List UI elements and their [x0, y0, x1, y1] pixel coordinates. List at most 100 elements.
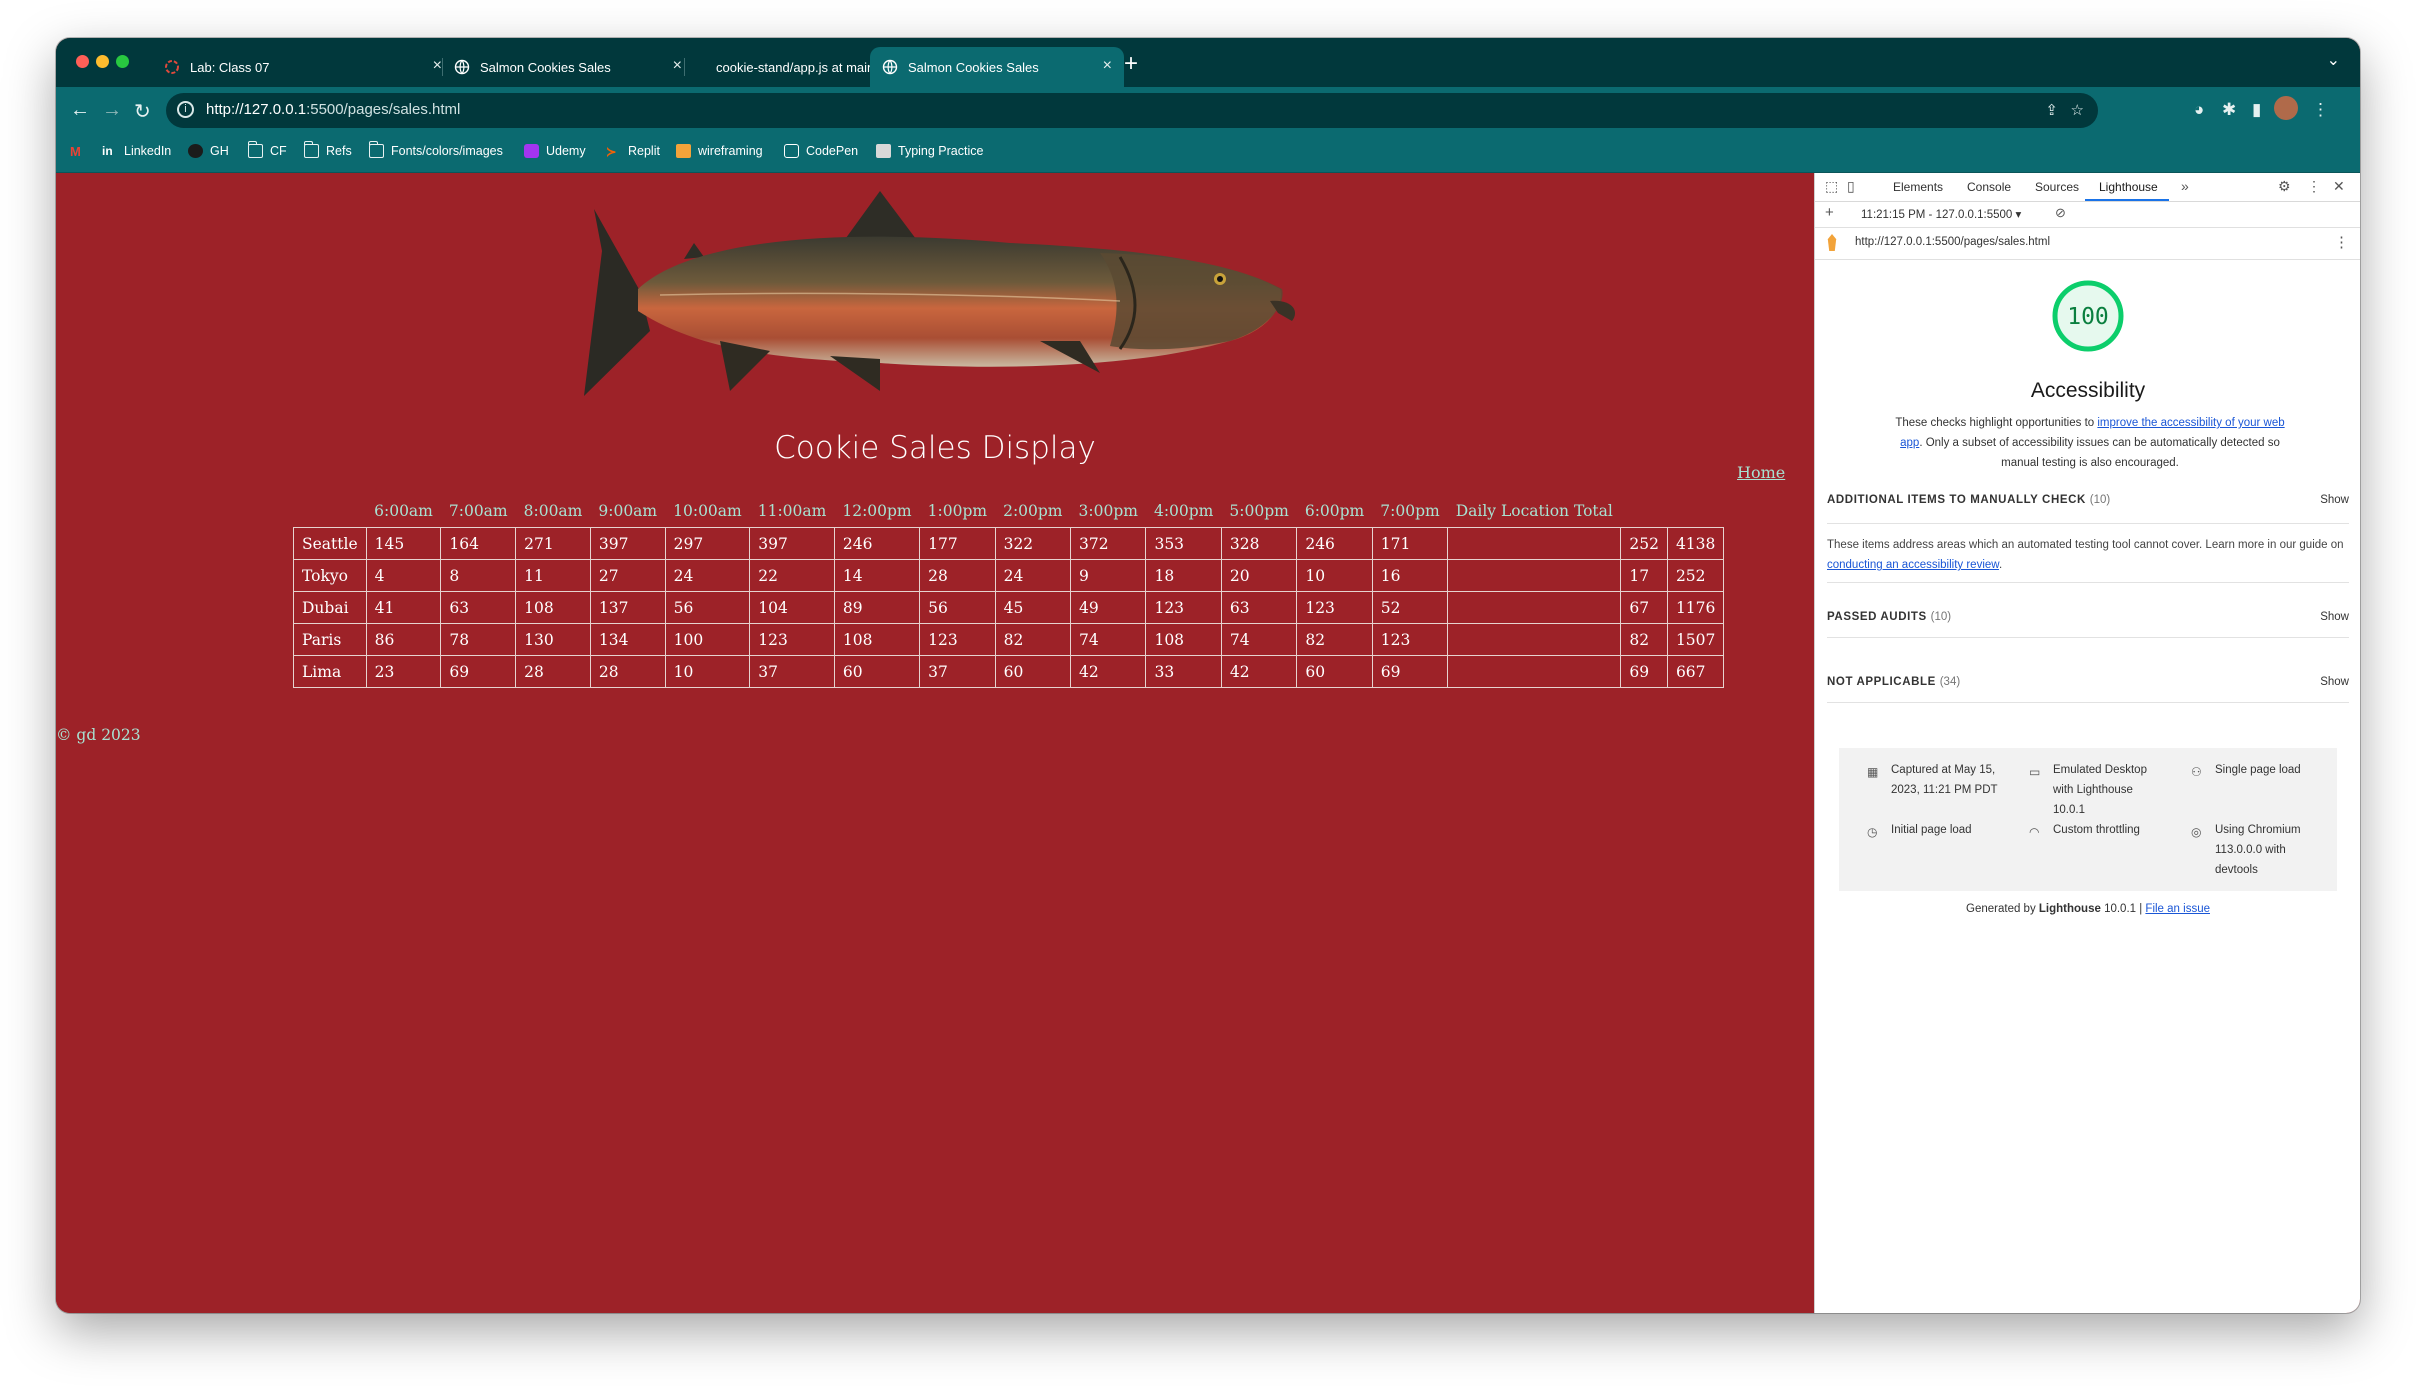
more-tabs-icon[interactable]: »: [2181, 178, 2189, 194]
browser-window: Lab: Class 07 × Salmon Cookies Sales × c…: [56, 38, 2360, 1313]
section-manual-check[interactable]: ADDITIONAL ITEMS TO MANUALLY CHECK (10) …: [1827, 480, 2349, 520]
sales-cell: 9: [1070, 559, 1147, 592]
show-button[interactable]: Show: [2320, 611, 2349, 623]
menu-kebab-icon[interactable]: ⋮: [2307, 178, 2321, 195]
sales-cell: 1507: [1666, 623, 1725, 656]
sidebar-icon[interactable]: ▮: [2252, 100, 2261, 120]
sales-cell: 28: [515, 655, 591, 688]
sales-cell: 22: [749, 559, 835, 592]
bookmark-udemy[interactable]: Udemy: [524, 144, 586, 158]
loading-spinner-icon: [165, 60, 179, 74]
section-title: PASSED AUDITS (10): [1827, 611, 1952, 623]
tab-title: Salmon Cookies Sales: [908, 59, 1039, 75]
bookmark-linkedin[interactable]: in LinkedIn: [102, 144, 171, 158]
show-button[interactable]: Show: [2320, 676, 2349, 688]
minimize-window-button[interactable]: [96, 55, 109, 68]
footer-copyright: © gd 2023: [56, 726, 141, 744]
clear-reports-icon[interactable]: ⊘: [2055, 205, 2066, 221]
forward-button[interactable]: →: [102, 99, 122, 122]
bookmark-folder-fonts[interactable]: Fonts/colors/images: [369, 141, 503, 158]
using-chromium: Using Chromium 113.0.0.0 with devtools: [2215, 824, 2301, 876]
bookmark-wireframing[interactable]: wireframing: [676, 144, 763, 158]
section-passed-audits[interactable]: PASSED AUDITS (10) Show: [1827, 597, 2349, 638]
sales-cell: 33: [1145, 655, 1222, 688]
chevron-down-icon[interactable]: ⌄: [2327, 50, 2340, 70]
tab-lab-class-07[interactable]: Lab: Class 07 ×: [152, 47, 454, 87]
column-header: 4:00pm: [1153, 501, 1214, 520]
column-header: 12:00pm: [842, 501, 912, 520]
sales-cell: 82: [1620, 623, 1668, 656]
tab-salmon-cookies-active[interactable]: Salmon Cookies Sales ×: [870, 47, 1124, 87]
tab-salmon-cookies-1[interactable]: Salmon Cookies Sales ×: [444, 47, 694, 87]
bookmark-label: Refs: [326, 144, 352, 158]
bookmark-gh[interactable]: GH: [188, 144, 229, 158]
devtools-tab-sources[interactable]: Sources: [2035, 180, 2079, 194]
bookmark-typing-practice[interactable]: Typing Practice: [876, 144, 983, 158]
close-icon[interactable]: ✕: [2333, 178, 2345, 195]
devtools-tab-lighthouse[interactable]: Lighthouse: [2099, 180, 2158, 194]
section-title: NOT APPLICABLE (34): [1827, 676, 1961, 688]
close-tab-icon[interactable]: ×: [1103, 57, 1112, 75]
sales-cell: 246: [1296, 527, 1373, 560]
sales-cell: 10: [664, 655, 751, 688]
close-tab-icon[interactable]: ×: [673, 57, 682, 75]
site-info-icon[interactable]: i: [177, 101, 194, 118]
tab-separator: [442, 58, 443, 76]
extension-icon[interactable]: ◕: [2194, 100, 2204, 120]
sales-cell: 134: [589, 623, 666, 656]
sales-cell: 56: [919, 591, 996, 624]
linkedin-icon: in: [102, 144, 113, 158]
devtools-tab-elements[interactable]: Elements: [1893, 180, 1943, 194]
puzzle-icon[interactable]: ✱: [2222, 100, 2236, 120]
close-window-button[interactable]: [76, 55, 89, 68]
home-link[interactable]: Home: [1737, 463, 1785, 482]
sales-cell: [1447, 591, 1622, 624]
bookmark-codepen[interactable]: CodePen: [784, 144, 858, 158]
maximize-window-button[interactable]: [116, 55, 129, 68]
github-icon: [690, 59, 706, 75]
new-report-icon[interactable]: +: [1825, 204, 1834, 221]
gear-icon[interactable]: ⚙: [2278, 178, 2291, 195]
show-button[interactable]: Show: [2320, 494, 2349, 506]
sales-cell: 14: [833, 559, 921, 592]
sales-cell: 42: [1070, 655, 1147, 688]
accessibility-review-link[interactable]: conducting an accessibility review: [1827, 559, 1999, 571]
url-text[interactable]: http://127.0.0.1:5500/pages/sales.html: [206, 101, 460, 118]
devtools-tab-console[interactable]: Console: [1967, 180, 2011, 194]
sales-cell: 297: [664, 527, 751, 560]
menu-kebab-icon[interactable]: ⋮: [2312, 100, 2329, 120]
menu-kebab-icon[interactable]: ⋮: [2334, 233, 2349, 251]
inspect-element-icon[interactable]: ⬚: [1825, 178, 1838, 195]
bookmark-folder-refs[interactable]: Refs: [304, 141, 352, 158]
bookmark-star-icon[interactable]: ☆: [2071, 101, 2084, 119]
column-header: 7:00am: [448, 501, 508, 520]
sales-cell: 86: [365, 623, 442, 656]
column-header: [1621, 494, 1668, 528]
section-not-applicable[interactable]: NOT APPLICABLE (34) Show: [1827, 662, 2349, 703]
table-row: Dubai 41 63 108 137 56 104 89 56 45 49 123 63 123 52 67…: [293, 591, 1725, 624]
generated-by: Generated by Lighthouse 10.0.1 | File an…: [1966, 903, 2210, 915]
sales-cell: 353: [1145, 527, 1222, 560]
wireframing-icon: [676, 144, 691, 158]
sales-cell: 24: [994, 559, 1072, 592]
back-button[interactable]: ←: [70, 99, 90, 122]
avatar[interactable]: [2274, 96, 2298, 120]
report-selector[interactable]: 11:21:15 PM - 127.0.0.1:5500 ▾: [1861, 207, 2021, 221]
bookmark-gmail[interactable]: M: [70, 144, 92, 159]
page-content: Cookie Sales Display Home 6:00am 7:00am 8:…: [56, 173, 1814, 1313]
sales-cell: 74: [1070, 623, 1147, 656]
share-icon[interactable]: ⇪: [2045, 101, 2058, 119]
person-icon: ⚇: [2191, 765, 2202, 779]
close-tab-icon[interactable]: ×: [433, 57, 442, 75]
report-url[interactable]: http://127.0.0.1:5500/pages/sales.html: [1855, 236, 2050, 248]
address-bar[interactable]: i http://127.0.0.1:5500/pages/sales.html…: [166, 93, 2098, 128]
device-toolbar-icon[interactable]: ▯: [1847, 178, 1855, 195]
new-tab-button[interactable]: +: [1124, 50, 1138, 78]
reload-button[interactable]: ↻: [134, 99, 151, 124]
file-an-issue-link[interactable]: File an issue: [2145, 903, 2210, 915]
bookmark-folder-cf[interactable]: CF: [248, 141, 287, 158]
bookmark-replit[interactable]: ≻ Replit: [606, 144, 660, 159]
divider: [1827, 523, 2349, 524]
sales-cell: 16: [1371, 559, 1449, 592]
sales-cell: 137: [589, 591, 666, 624]
